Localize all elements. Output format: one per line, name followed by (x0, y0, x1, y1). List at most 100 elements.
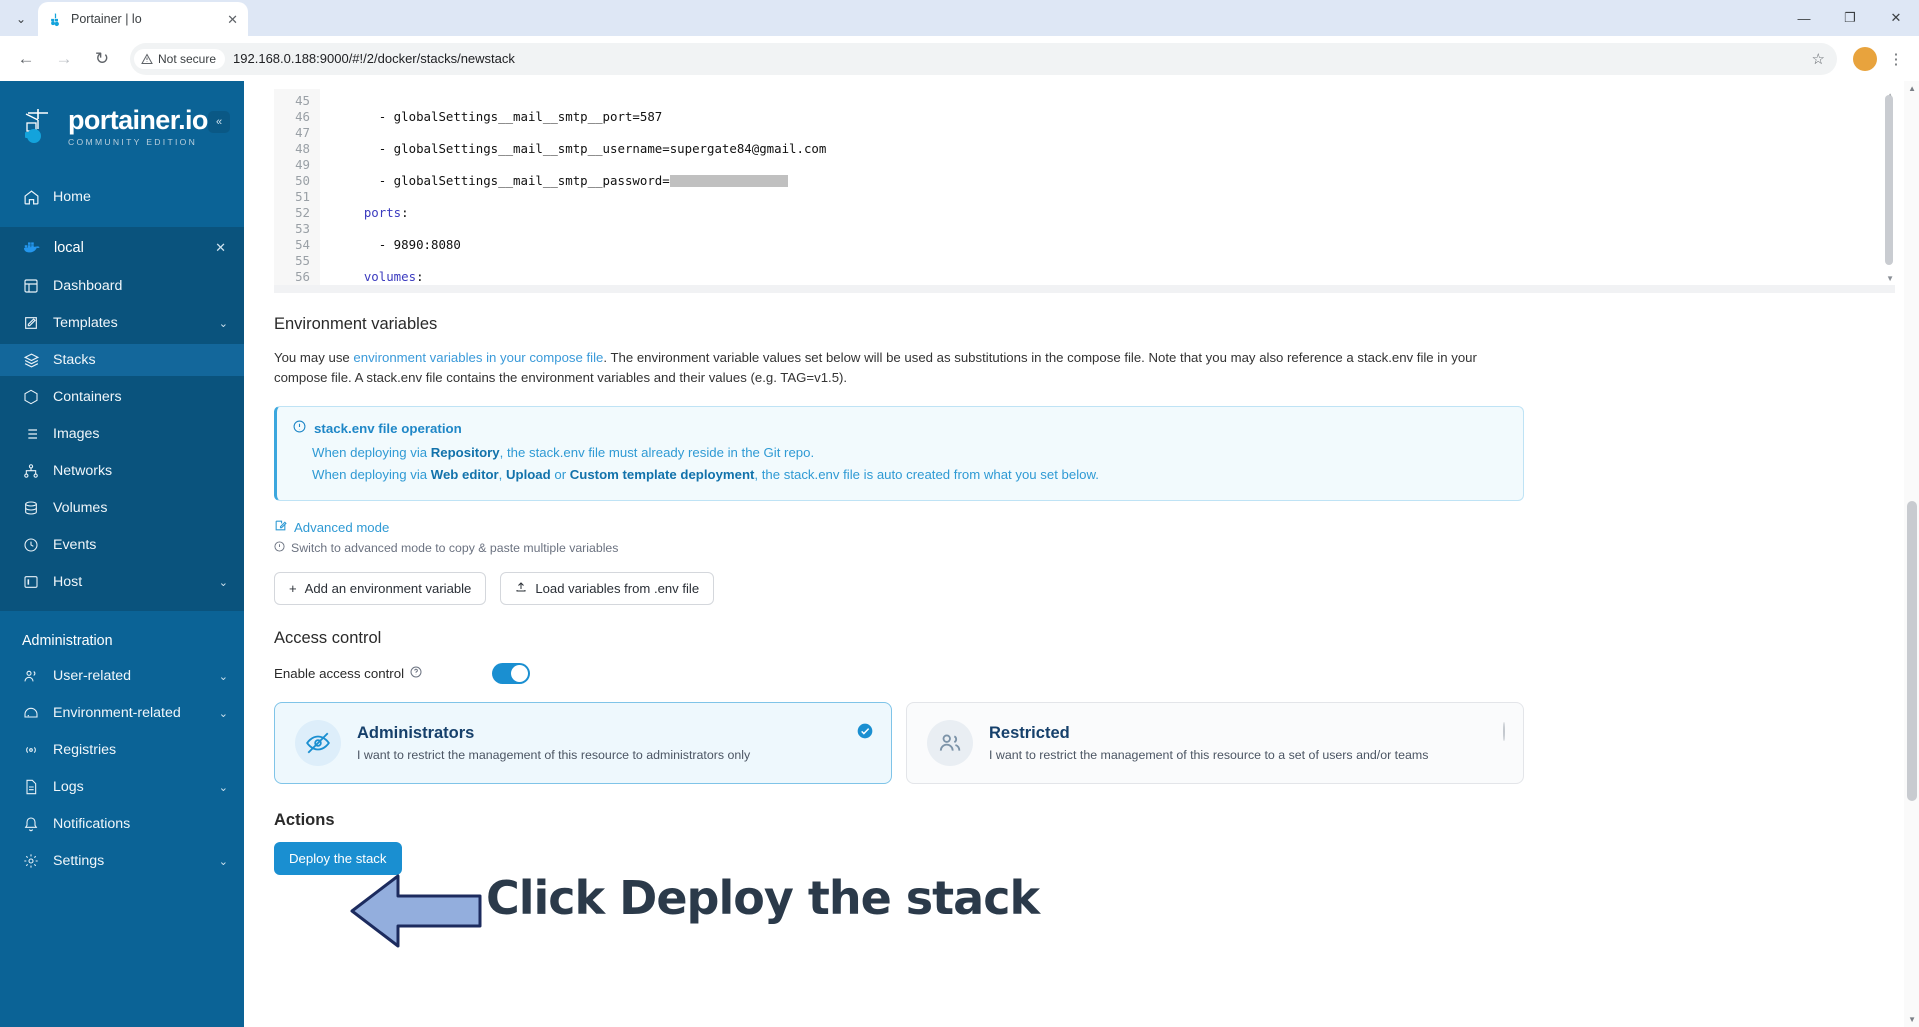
code-editor[interactable]: 45 46 47 48 49 50 51 52 53 54 55 56 - gl (274, 89, 1895, 285)
line-number: 47 (295, 125, 310, 140)
security-status-badge[interactable]: Not secure (134, 48, 226, 69)
tab-title: Portainer | lo (71, 12, 142, 26)
deploy-the-stack-button[interactable]: Deploy the stack (274, 842, 402, 875)
events-icon (22, 536, 40, 554)
tab-search-chevron-icon[interactable]: ⌄ (4, 4, 38, 34)
code-line: - globalSettings__mail__smtp__username=s… (334, 141, 1895, 157)
line-number: 48 (295, 141, 310, 156)
enable-access-control-row: Enable access control (274, 663, 1879, 684)
code-line: - 9890:8080 (334, 237, 1895, 253)
help-circle-icon[interactable] (410, 666, 422, 681)
sidebar-administration-title: Administration (22, 633, 113, 649)
sidebar-item-label: Images (53, 426, 100, 442)
sidebar-item-containers[interactable]: Containers (0, 381, 244, 413)
portainer-logo-icon (22, 107, 58, 147)
forward-icon[interactable]: → (48, 43, 80, 75)
profile-avatar[interactable] (1853, 46, 1877, 71)
editor-code-text[interactable]: - globalSettings__mail__smtp__port=587 -… (320, 89, 1895, 285)
sidebar-item-logs[interactable]: Logs ⌄ (0, 771, 244, 803)
sidebar-item-stacks[interactable]: Stacks (0, 344, 244, 376)
sidebar-collapse-button[interactable]: « (208, 111, 230, 133)
line-number: 54 (295, 237, 310, 252)
sidebar-environment-local[interactable]: local ✕ (0, 231, 244, 265)
env-vars-doc-link[interactable]: environment variables in your compose fi… (353, 350, 603, 365)
chevron-down-icon[interactable]: ⌄ (219, 670, 228, 683)
scroll-up-icon[interactable]: ▲ (1908, 84, 1916, 93)
sidebar-item-environment-related[interactable]: Environment-related ⌄ (0, 697, 244, 729)
desc-pre-text: You may use (274, 350, 354, 365)
sidebar-item-events[interactable]: Events (0, 529, 244, 561)
portainer-logo[interactable]: portainer.io COMMUNITY EDITION « (0, 95, 244, 147)
enable-access-control-label-wrap: Enable access control (274, 666, 492, 681)
sidebar-item-dashboard[interactable]: Dashboard (0, 270, 244, 302)
host-icon (22, 573, 40, 591)
sidebar-item-settings[interactable]: Settings ⌄ (0, 845, 244, 877)
info-box-line-2: When deploying via Web editor, Upload or… (312, 464, 1507, 485)
logo-subtitle: COMMUNITY EDITION (68, 137, 198, 148)
line2-f: Custom template deployment (569, 467, 755, 482)
info-circle-icon (293, 420, 306, 436)
env-variables-title: Environment variables (274, 315, 438, 333)
code-line-text: - globalSettings__mail__smtp__username=s… (378, 141, 827, 156)
editor-scroll-down-icon[interactable]: ▼ (1886, 274, 1894, 283)
editor-line-numbers: 45 46 47 48 49 50 51 52 53 54 55 56 (274, 89, 320, 285)
code-line: - globalSettings__mail__smtp__port=587 (334, 109, 1895, 125)
sidebar-item-label: Logs (53, 779, 84, 795)
sidebar-item-images[interactable]: Images (0, 418, 244, 450)
access-card-subtitle: I want to restrict the management of thi… (357, 748, 751, 762)
sidebar-item-networks[interactable]: Networks (0, 455, 244, 487)
docker-icon (22, 238, 42, 258)
info-box-title-row: stack.env file operation (293, 420, 1507, 436)
sidebar-item-templates[interactable]: Templates ⌄ (0, 307, 244, 339)
minimize-icon[interactable]: — (1781, 0, 1827, 36)
browser-menu-icon[interactable]: ⋮ (1883, 50, 1909, 68)
sidebar-item-user-related[interactable]: User-related ⌄ (0, 660, 244, 692)
chevron-down-icon[interactable]: ⌄ (219, 707, 228, 720)
access-control-title: Access control (274, 629, 382, 647)
address-bar[interactable]: Not secure 192.168.0.188:9000/#!/2/docke… (130, 42, 1837, 75)
url-text: 192.168.0.188:9000/#!/2/docker/stacks/ne… (233, 51, 515, 66)
sidebar-item-label: Home (53, 189, 91, 205)
chevron-down-icon[interactable]: ⌄ (219, 317, 228, 330)
info-box-title: stack.env file operation (314, 420, 462, 436)
home-icon (22, 188, 40, 206)
add-environment-variable-button[interactable]: + Add an environment variable (274, 572, 487, 605)
advanced-mode-button[interactable]: Advanced mode (274, 519, 1879, 535)
bookmark-star-icon[interactable]: ☆ (1812, 50, 1829, 68)
editor-scrollbar-thumb[interactable] (1885, 95, 1893, 265)
chevron-down-icon[interactable]: ⌄ (219, 781, 228, 794)
stacks-icon (22, 351, 40, 369)
radio-unselected-icon[interactable] (1503, 722, 1505, 741)
access-card-restricted[interactable]: Restricted I want to restrict the manage… (906, 702, 1524, 784)
chevron-down-icon[interactable]: ⌄ (219, 855, 228, 868)
line2-e: or (550, 467, 570, 482)
browser-tab[interactable]: Portainer | lo ✕ (38, 2, 248, 36)
sidebar-item-host[interactable]: Host ⌄ (0, 566, 244, 598)
page-scrollbar-thumb[interactable] (1907, 501, 1917, 801)
close-window-icon[interactable]: ✕ (1873, 0, 1919, 36)
code-line: volumes: (334, 269, 1895, 285)
volumes-icon (22, 499, 40, 517)
load-variables-button[interactable]: Load variables from .env file (500, 572, 715, 605)
annotation-text: Click Deploy the stack (486, 871, 1040, 925)
networks-icon (22, 462, 40, 480)
add-env-var-label: Add an environment variable (304, 581, 472, 596)
editor-footer (274, 285, 1895, 293)
sidebar-item-home[interactable]: Home (0, 181, 244, 213)
maximize-icon[interactable]: ❐ (1827, 0, 1873, 36)
access-card-administrators[interactable]: Administrators I want to restrict the ma… (274, 702, 892, 784)
back-icon[interactable]: ← (10, 43, 42, 75)
close-icon[interactable]: ✕ (215, 240, 226, 256)
left-arrow-annotation-icon (350, 874, 482, 948)
page-scrollbar[interactable]: ▲ ▼ (1904, 81, 1919, 1027)
sidebar-item-volumes[interactable]: Volumes (0, 492, 244, 524)
sidebar-item-registries[interactable]: Registries (0, 734, 244, 766)
main-content: 45 46 47 48 49 50 51 52 53 54 55 56 - gl (244, 81, 1919, 1027)
enable-access-control-toggle[interactable] (492, 663, 530, 684)
tab-close-icon[interactable]: ✕ (227, 13, 238, 26)
chevron-down-icon[interactable]: ⌄ (219, 576, 228, 589)
compose-editor[interactable]: 45 46 47 48 49 50 51 52 53 54 55 56 - gl (274, 89, 1895, 293)
scroll-down-icon[interactable]: ▼ (1908, 1015, 1916, 1024)
sidebar-item-notifications[interactable]: Notifications (0, 808, 244, 840)
reload-icon[interactable]: ↻ (86, 43, 118, 75)
